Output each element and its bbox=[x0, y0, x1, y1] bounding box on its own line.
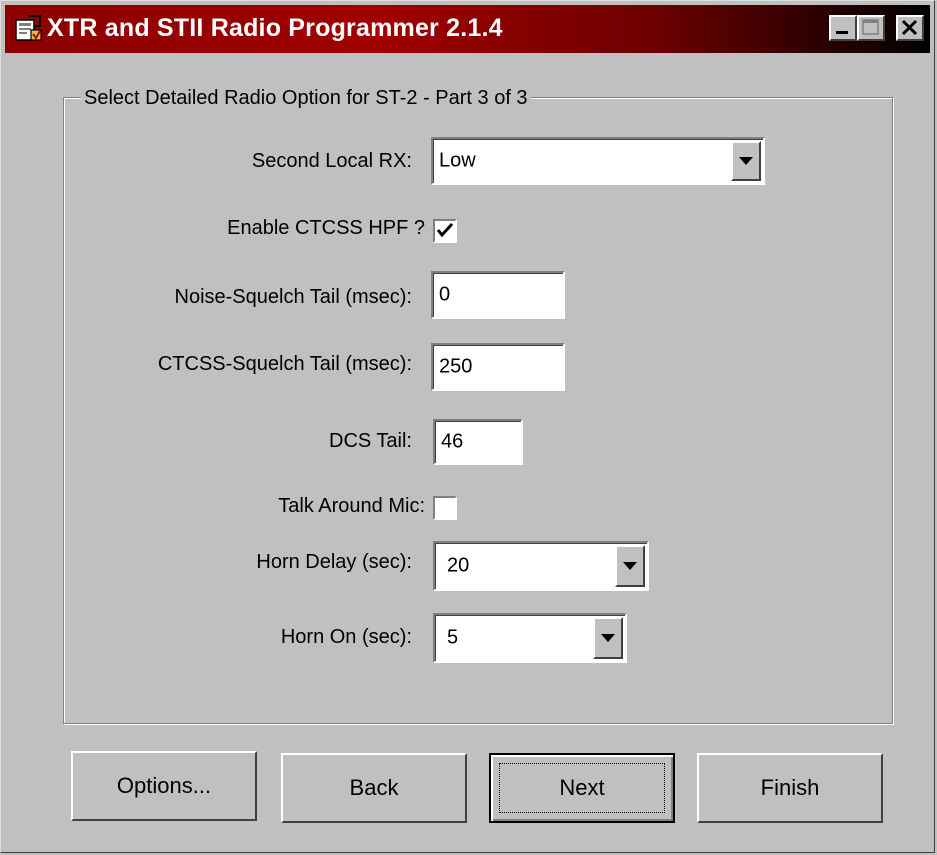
app-icon bbox=[15, 15, 42, 41]
horn-delay-dropdown[interactable]: 20 bbox=[433, 541, 649, 591]
enable-ctcss-hpf-checkbox[interactable] bbox=[433, 219, 457, 243]
dcs-tail-label: DCS Tail: bbox=[329, 430, 412, 452]
ctcss-squelch-tail-value: 250 bbox=[439, 355, 473, 378]
dropdown-button[interactable] bbox=[731, 141, 761, 181]
horn-on-dropdown[interactable]: 5 bbox=[433, 613, 627, 663]
options-button-label: Options... bbox=[116, 773, 212, 798]
horn-delay-label: Horn Delay (sec): bbox=[256, 551, 412, 573]
noise-squelch-tail-value: 0 bbox=[439, 283, 451, 306]
second-local-rx-value: Low bbox=[439, 149, 476, 172]
minimize-icon bbox=[836, 31, 848, 34]
group-label: Select Detailed Radio Option for ST-2 - … bbox=[81, 87, 531, 110]
dropdown-button[interactable] bbox=[615, 545, 645, 587]
dropdown-button[interactable] bbox=[593, 617, 623, 659]
main-window: XTR and STII Radio Programmer 2.1.4 Sele… bbox=[0, 0, 935, 853]
window-title: XTR and STII Radio Programmer 2.1.4 bbox=[47, 14, 503, 42]
enable-ctcss-hpf-label: Enable CTCSS HPF ? bbox=[227, 217, 425, 239]
checkmark-icon bbox=[436, 222, 454, 238]
next-button-label: Next bbox=[559, 775, 605, 800]
maximize-button[interactable] bbox=[857, 15, 885, 41]
chevron-down-icon bbox=[739, 157, 753, 165]
dcs-tail-input[interactable]: 46 bbox=[433, 419, 523, 465]
close-button[interactable] bbox=[896, 15, 924, 41]
horn-delay-value: 20 bbox=[447, 554, 470, 577]
finish-button[interactable]: Finish bbox=[697, 753, 883, 823]
noise-squelch-tail-input[interactable]: 0 bbox=[431, 271, 565, 319]
close-icon bbox=[901, 19, 918, 36]
finish-button-label: Finish bbox=[760, 775, 820, 800]
horn-on-label: Horn On (sec): bbox=[280, 626, 412, 648]
second-local-rx-label: Second Local RX: bbox=[251, 150, 412, 172]
ctcss-squelch-tail-input[interactable]: 250 bbox=[431, 343, 565, 391]
noise-squelch-tail-label: Noise-Squelch Tail (msec): bbox=[174, 286, 413, 308]
talk-around-mic-label: Talk Around Mic: bbox=[278, 495, 425, 517]
dcs-tail-value: 46 bbox=[441, 430, 464, 453]
talk-around-mic-checkbox[interactable] bbox=[433, 496, 457, 520]
back-button[interactable]: Back bbox=[281, 753, 467, 823]
second-local-rx-dropdown[interactable]: Low bbox=[431, 137, 765, 185]
options-button[interactable]: Options... bbox=[71, 751, 257, 821]
maximize-icon bbox=[862, 19, 879, 35]
next-button[interactable]: Next bbox=[489, 753, 675, 823]
horn-on-value: 5 bbox=[447, 626, 459, 649]
ctcss-squelch-tail-label: CTCSS-Squelch Tail (msec): bbox=[157, 353, 412, 375]
chevron-down-icon bbox=[623, 562, 637, 570]
title-bar[interactable]: XTR and STII Radio Programmer 2.1.4 bbox=[5, 5, 930, 53]
minimize-button[interactable] bbox=[829, 15, 857, 41]
back-button-label: Back bbox=[349, 775, 399, 800]
chevron-down-icon bbox=[601, 634, 615, 642]
